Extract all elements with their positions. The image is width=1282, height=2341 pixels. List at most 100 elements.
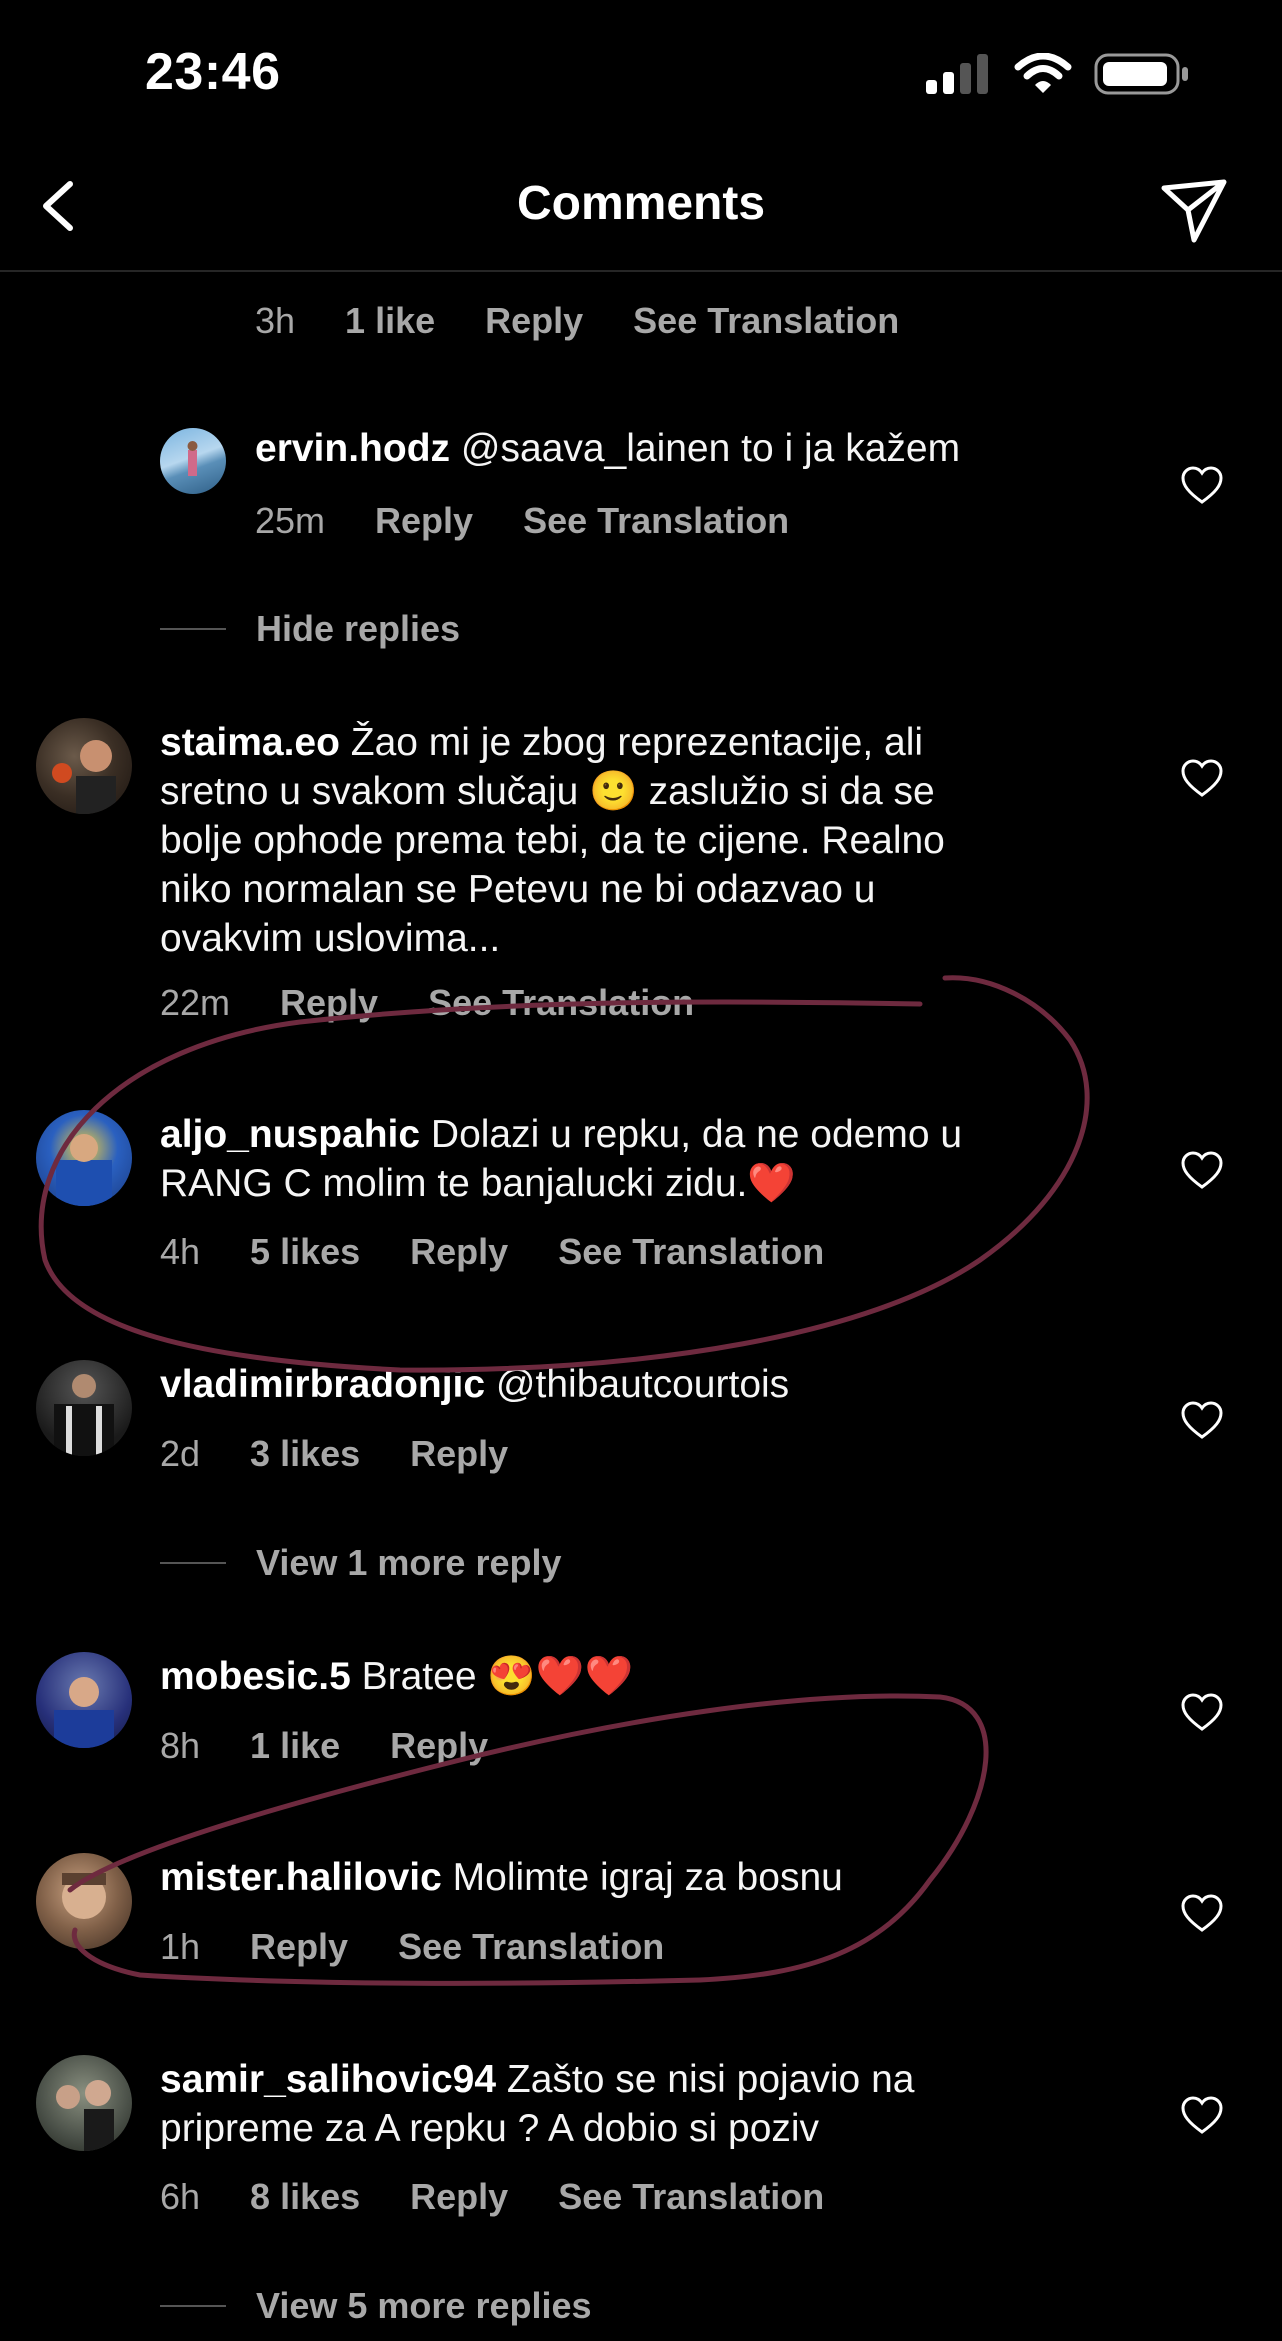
- see-translation-button[interactable]: See Translation: [523, 500, 789, 542]
- comment-time: 8h: [160, 1725, 201, 1766]
- comment-text: mobesic.5 Bratee 😍❤️❤️: [160, 1652, 633, 1701]
- avatar-image: [54, 1374, 114, 1456]
- comment-meta-row: 4h 5 likes Reply See Translation: [160, 1231, 874, 1273]
- divider-line: [160, 2305, 226, 2307]
- comment-body: niko normalan se Petevu ne bi odazvao u: [160, 868, 876, 911]
- avatar[interactable]: [36, 1652, 132, 1748]
- username[interactable]: vladimirbradonjic: [160, 1363, 485, 1406]
- username[interactable]: aljo_nuspahic: [160, 1113, 420, 1156]
- avatar[interactable]: [36, 1853, 132, 1949]
- likes-count[interactable]: 3 likes: [250, 1433, 360, 1475]
- comment-body: @thibautcourtois: [485, 1363, 790, 1406]
- reply-button[interactable]: Reply: [410, 1231, 508, 1273]
- comment-body: Žao mi je zbog reprezentacije, ali: [339, 721, 924, 764]
- comment-time: 3h: [255, 300, 296, 341]
- comment-time: 2d: [160, 1433, 201, 1474]
- avatar[interactable]: [36, 1110, 132, 1206]
- avatar[interactable]: [36, 718, 132, 814]
- like-heart-icon[interactable]: [1180, 2095, 1224, 2135]
- like-heart-icon[interactable]: [1180, 465, 1224, 505]
- see-translation-button[interactable]: See Translation: [428, 982, 694, 1024]
- likes-count[interactable]: 5 likes: [250, 1231, 360, 1273]
- avatar-image: [56, 2080, 114, 2151]
- see-translation-button[interactable]: See Translation: [558, 2176, 824, 2218]
- username[interactable]: staima.eo: [160, 721, 340, 764]
- avatar[interactable]: [36, 2055, 132, 2151]
- comment-body: @saava_lainen to i ja kažem: [450, 427, 961, 470]
- username[interactable]: mobesic.5: [160, 1655, 351, 1698]
- avatar[interactable]: [160, 428, 226, 494]
- comment-body: bolje ophode prema tebi, da te cijene. R…: [160, 819, 945, 862]
- divider-line: [160, 628, 226, 630]
- comment-meta-row: 2d 3 likes Reply: [160, 1433, 558, 1475]
- hide-replies-label: Hide replies: [256, 608, 461, 649]
- username[interactable]: samir_salihovic94: [160, 2058, 496, 2101]
- see-translation-button[interactable]: See Translation: [398, 1926, 664, 1968]
- comment-meta-row: 6h 8 likes Reply See Translation: [160, 2176, 874, 2218]
- avatar[interactable]: [36, 1360, 132, 1456]
- reply-button[interactable]: Reply: [410, 1433, 508, 1475]
- avatar-image: [52, 740, 116, 814]
- like-heart-icon[interactable]: [1180, 758, 1224, 798]
- comment-time: 1h: [160, 1926, 201, 1967]
- reply-meta-row: 25m Reply See Translation: [255, 500, 839, 542]
- like-heart-icon[interactable]: [1180, 1893, 1224, 1933]
- divider-line: [160, 1562, 226, 1564]
- likes-count[interactable]: 1 like: [345, 300, 435, 342]
- username[interactable]: mister.halilovic: [160, 1856, 442, 1899]
- like-heart-icon[interactable]: [1180, 1150, 1224, 1190]
- like-heart-icon[interactable]: [1180, 1692, 1224, 1732]
- battery-icon: [1094, 53, 1188, 95]
- comment-body: sretno u svakom slučaju 🙂 zaslužio si da…: [160, 770, 935, 813]
- comment-meta-row: 1h Reply See Translation: [160, 1926, 714, 1968]
- comment-body: pripreme za A repku ? A dobio si poziv: [160, 2107, 820, 2150]
- comment-meta-row: 8h 1 like Reply: [160, 1725, 538, 1767]
- reply-button[interactable]: Reply: [280, 982, 378, 1024]
- avatar-image: [62, 1873, 106, 1919]
- navigation-bar: Comments: [0, 150, 1282, 272]
- comment-time: 22m: [160, 982, 231, 1023]
- comment-time: 25m: [255, 500, 326, 541]
- avatar-image: [187, 441, 198, 476]
- comment-body: Bratee 😍❤️❤️: [350, 1655, 634, 1698]
- comment-body: Dolazi u repku, da ne odemo u: [420, 1113, 963, 1156]
- likes-count[interactable]: 8 likes: [250, 2176, 360, 2218]
- comment-text: mister.halilovic Molimte igraj za bosnu: [160, 1853, 843, 1902]
- comment-body: Zašto se nisi pojavio na: [496, 2058, 915, 2101]
- comment-body: RANG C molim te banjalucki zidu.❤️: [160, 1162, 796, 1205]
- comment-text: vladimirbradonjic @thibautcourtois: [160, 1360, 789, 1409]
- reply-text: ervin.hodz @saava_lainen to i ja kažem: [255, 424, 960, 473]
- reply-button[interactable]: Reply: [375, 500, 473, 542]
- view-more-replies-label: View 1 more reply: [256, 1542, 562, 1583]
- like-heart-icon[interactable]: [1180, 1400, 1224, 1440]
- avatar-image: [56, 1134, 112, 1206]
- comment-meta-row: 22m Reply See Translation: [160, 982, 744, 1024]
- status-bar: 23:46: [0, 0, 1282, 150]
- cellular-signal-icon: [926, 54, 988, 94]
- likes-count[interactable]: 1 like: [250, 1725, 340, 1767]
- see-translation-button[interactable]: See Translation: [633, 300, 899, 342]
- reply-meta-row: 3h 1 like Reply See Translation: [255, 300, 949, 342]
- comment-time: 6h: [160, 2176, 201, 2217]
- comment-body: Molimte igraj za bosnu: [441, 1856, 843, 1899]
- comment-time: 4h: [160, 1231, 201, 1272]
- view-more-replies-label: View 5 more replies: [256, 2285, 592, 2326]
- page-title: Comments: [516, 177, 766, 230]
- reply-button[interactable]: Reply: [410, 2176, 508, 2218]
- hide-replies-button[interactable]: Hide replies: [160, 608, 460, 650]
- status-icons: [926, 52, 1190, 96]
- wifi-icon: [1014, 53, 1072, 93]
- status-time: 23:46: [145, 43, 281, 101]
- username[interactable]: ervin.hodz: [255, 427, 450, 470]
- see-translation-button[interactable]: See Translation: [558, 1231, 824, 1273]
- reply-button[interactable]: Reply: [485, 300, 583, 342]
- comment-body: ovakvim uslovima...: [160, 917, 501, 960]
- view-more-replies-button[interactable]: View 1 more reply: [160, 1542, 562, 1584]
- send-icon[interactable]: [1154, 170, 1234, 250]
- view-more-replies-button[interactable]: View 5 more replies: [160, 2285, 592, 2327]
- comment-text: staima.eo Žao mi je zbog reprezentacije,…: [160, 718, 945, 963]
- reply-button[interactable]: Reply: [250, 1926, 348, 1968]
- reply-button[interactable]: Reply: [390, 1725, 488, 1767]
- comment-text: aljo_nuspahic Dolazi u repku, da ne odem…: [160, 1110, 962, 1208]
- comment-text: samir_salihovic94 Zašto se nisi pojavio …: [160, 2055, 914, 2153]
